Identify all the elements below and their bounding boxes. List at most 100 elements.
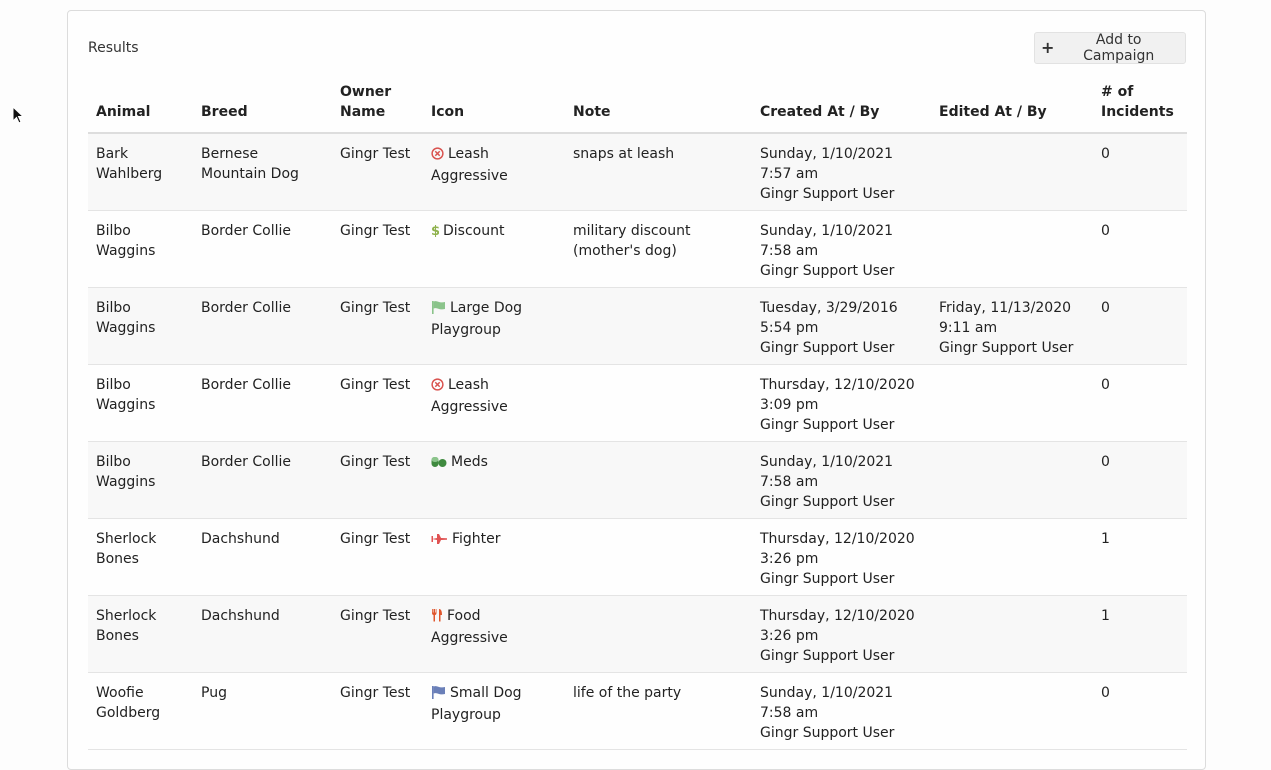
edited-cell: [931, 518, 1093, 596]
created-cell: Sunday, 1/10/2021 7:58 am Gingr Support U…: [752, 441, 931, 519]
icon-cell: Large Dog Playgroup: [423, 287, 565, 365]
table-row[interactable]: Sherlock Bones Dachshund Gingr Test Food…: [88, 595, 1187, 673]
animal-cell: Bilbo Waggins: [88, 287, 193, 365]
created-at: Thursday, 12/10/2020 3:26 pm: [760, 607, 915, 644]
edited-by: Gingr Support User: [939, 339, 1074, 356]
owner-cell: Gingr Test: [332, 133, 423, 211]
animal-cell: Woofie Goldberg: [88, 672, 193, 750]
edited-cell: Friday, 11/13/2020 9:11 am Gingr Support …: [931, 287, 1093, 365]
note-cell: [565, 595, 752, 673]
created-cell: Sunday, 1/10/2021 7:57 am Gingr Support U…: [752, 133, 931, 211]
icon-label: Meds: [451, 453, 488, 470]
column-header[interactable]: Created At / By: [752, 72, 931, 134]
breed-cell: Border Collie: [193, 287, 332, 365]
note-cell: snaps at leash: [565, 133, 752, 211]
table-row[interactable]: Bilbo Waggins Border Collie Gingr Test L…: [88, 364, 1187, 442]
created-by: Gingr Support User: [760, 724, 895, 741]
column-header[interactable]: Animal: [88, 72, 193, 134]
table-row[interactable]: Bilbo Waggins Border Collie Gingr Test M…: [88, 441, 1187, 519]
incidents-cell: 0: [1093, 210, 1187, 288]
results-table: Animal Breed Owner Name Icon Note Create…: [88, 72, 1187, 750]
owner-cell: Gingr Test: [332, 672, 423, 750]
svg-text:$: $: [431, 224, 439, 237]
created-by: Gingr Support User: [760, 416, 895, 433]
table-row[interactable]: Sherlock Bones Dachshund Gingr Test Figh…: [88, 518, 1187, 596]
created-by: Gingr Support User: [760, 570, 895, 587]
created-at: Sunday, 1/10/2021 7:58 am: [760, 684, 894, 721]
created-at: Sunday, 1/10/2021 7:58 am: [760, 453, 894, 490]
pills-icon: [431, 454, 447, 474]
created-by: Gingr Support User: [760, 262, 895, 279]
results-title: Results: [88, 40, 139, 56]
column-header[interactable]: Breed: [193, 72, 332, 134]
owner-cell: Gingr Test: [332, 287, 423, 365]
plus-icon: +: [1041, 38, 1055, 57]
created-at: Thursday, 12/10/2020 3:26 pm: [760, 530, 915, 567]
utensils-icon: [431, 608, 443, 628]
owner-cell: Gingr Test: [332, 364, 423, 442]
edited-cell: [931, 210, 1093, 288]
incidents-cell: 1: [1093, 595, 1187, 673]
animal-cell: Bilbo Waggins: [88, 210, 193, 288]
table-row[interactable]: Bark Wahlberg Bernese Mountain Dog Gingr…: [88, 133, 1187, 211]
breed-cell: Border Collie: [193, 210, 332, 288]
flag-green-icon: [431, 300, 446, 320]
owner-cell: Gingr Test: [332, 210, 423, 288]
icon-cell: Leash Aggressive: [423, 133, 565, 211]
created-cell: Tuesday, 3/29/2016 5:54 pm Gingr Support …: [752, 287, 931, 365]
created-cell: Thursday, 12/10/2020 3:26 pm Gingr Suppor…: [752, 595, 931, 673]
created-at: Sunday, 1/10/2021 7:58 am: [760, 222, 894, 259]
edited-cell: [931, 441, 1093, 519]
column-header[interactable]: Note: [565, 72, 752, 134]
icon-cell: Leash Aggressive: [423, 364, 565, 442]
edited-at: Friday, 11/13/2020 9:11 am: [939, 299, 1072, 336]
created-cell: Thursday, 12/10/2020 3:09 pm Gingr Suppor…: [752, 364, 931, 442]
edited-cell: [931, 672, 1093, 750]
breed-cell: Dachshund: [193, 518, 332, 596]
results-panel: Results + Add to Campaign Animal Breed O…: [67, 10, 1206, 770]
table-header-row: Animal Breed Owner Name Icon Note Create…: [88, 72, 1187, 134]
column-header[interactable]: Edited At / By: [931, 72, 1093, 134]
created-by: Gingr Support User: [760, 493, 895, 510]
breed-cell: Border Collie: [193, 441, 332, 519]
add-to-campaign-button[interactable]: + Add to Campaign: [1034, 32, 1186, 64]
plane-icon: [431, 531, 448, 551]
created-cell: Sunday, 1/10/2021 7:58 am Gingr Support U…: [752, 672, 931, 750]
icon-label: Discount: [443, 222, 505, 239]
table-row[interactable]: Bilbo Waggins Border Collie Gingr Test L…: [88, 287, 1187, 365]
incidents-cell: 0: [1093, 672, 1187, 750]
created-at: Tuesday, 3/29/2016 5:54 pm: [760, 299, 898, 336]
column-header[interactable]: Icon: [423, 72, 565, 134]
column-header[interactable]: Owner Name: [332, 72, 423, 134]
incidents-cell: 0: [1093, 364, 1187, 442]
created-by: Gingr Support User: [760, 339, 895, 356]
icon-cell: Meds: [423, 441, 565, 519]
created-at: Thursday, 12/10/2020 3:09 pm: [760, 376, 915, 413]
edited-cell: [931, 364, 1093, 442]
animal-cell: Bilbo Waggins: [88, 441, 193, 519]
table-row[interactable]: Bilbo Waggins Border Collie Gingr Test $…: [88, 210, 1187, 288]
animal-cell: Sherlock Bones: [88, 595, 193, 673]
created-cell: Sunday, 1/10/2021 7:58 am Gingr Support U…: [752, 210, 931, 288]
mouse-cursor-icon: [12, 106, 24, 124]
animal-cell: Sherlock Bones: [88, 518, 193, 596]
flag-blue-icon: [431, 685, 446, 705]
add-to-campaign-label: Add to Campaign: [1083, 32, 1155, 64]
note-cell: military discount (mother's dog): [565, 210, 752, 288]
breed-cell: Dachshund: [193, 595, 332, 673]
icon-cell: $ Discount: [423, 210, 565, 288]
column-header[interactable]: # of Incidents: [1093, 72, 1187, 134]
note-cell: [565, 441, 752, 519]
note-cell: [565, 518, 752, 596]
icon-cell: Fighter: [423, 518, 565, 596]
owner-cell: Gingr Test: [332, 595, 423, 673]
incidents-cell: 0: [1093, 441, 1187, 519]
created-by: Gingr Support User: [760, 647, 895, 664]
table-row[interactable]: Woofie Goldberg Pug Gingr Test Small Dog…: [88, 672, 1187, 750]
icon-cell: Small Dog Playgroup: [423, 672, 565, 750]
note-cell: [565, 287, 752, 365]
incidents-cell: 0: [1093, 287, 1187, 365]
edited-cell: [931, 595, 1093, 673]
animal-cell: Bilbo Waggins: [88, 364, 193, 442]
breed-cell: Pug: [193, 672, 332, 750]
